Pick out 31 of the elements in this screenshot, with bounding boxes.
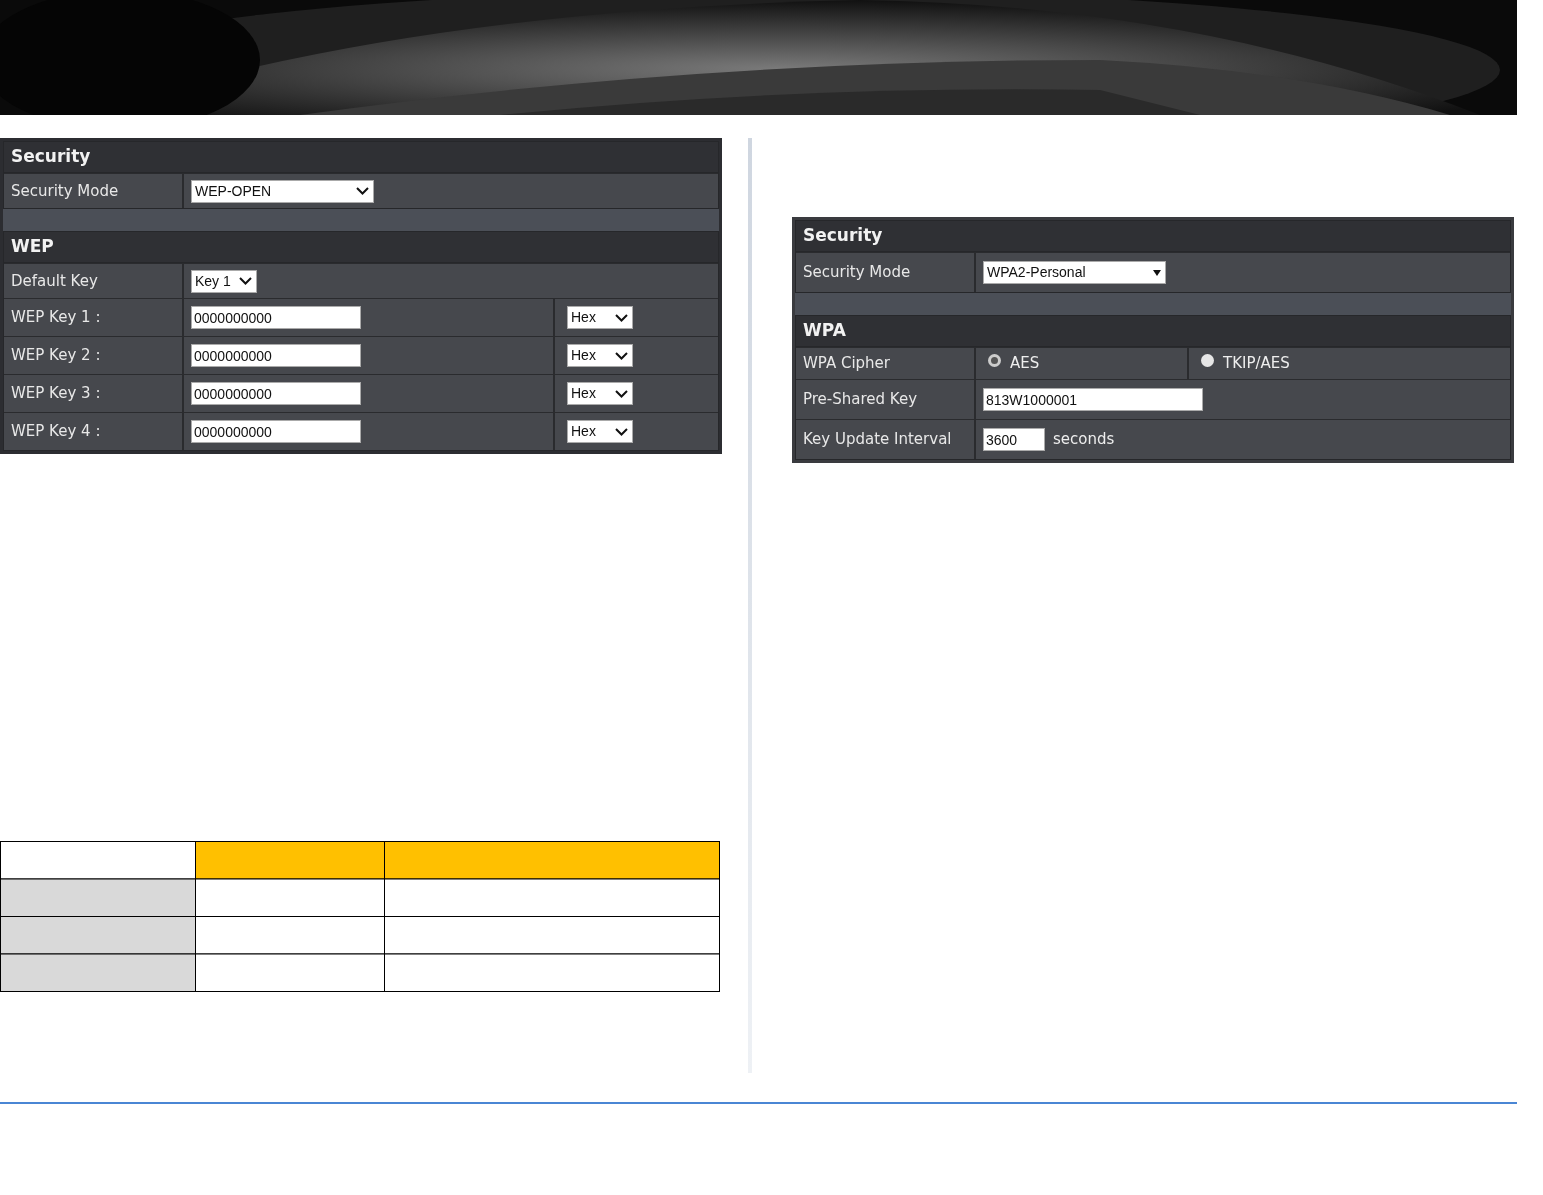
- section-title: Security: [796, 221, 1510, 252]
- radio-option[interactable]: TKIP/AES: [1201, 352, 1290, 375]
- section-title: WPA: [796, 316, 1510, 347]
- dropdown[interactable]: WEP-OPEN: [191, 179, 374, 203]
- radio-option[interactable]: AES: [988, 352, 1040, 375]
- unit-label: seconds: [1053, 429, 1115, 451]
- field-label: Security Mode: [796, 253, 976, 292]
- field-label: Key Update Interval: [796, 420, 976, 459]
- input-field[interactable]: 0000000000: [191, 382, 361, 405]
- section-title: WEP: [4, 232, 718, 263]
- input-field[interactable]: 813W1000001: [983, 388, 1203, 411]
- chevron-down-icon: [615, 427, 628, 436]
- dropdown[interactable]: Hex: [567, 306, 633, 329]
- dropdown[interactable]: Hex: [567, 344, 633, 367]
- input-field[interactable]: 0000000000: [191, 306, 361, 329]
- dropdown[interactable]: Key 1: [191, 269, 257, 293]
- chevron-down-icon: [615, 389, 628, 398]
- chevron-down-icon: [239, 277, 252, 285]
- chevron-down-icon: [356, 187, 369, 195]
- section-title: Security: [4, 142, 718, 173]
- field-label: WEP Key 4 :: [4, 413, 184, 450]
- dropdown[interactable]: Hex: [567, 382, 633, 405]
- chevron-down-icon: [615, 351, 628, 360]
- dropdown[interactable]: WPA2-Personal: [983, 261, 1166, 284]
- input-field[interactable]: 0000000000: [191, 344, 361, 367]
- caret-down-icon: [1153, 269, 1161, 276]
- dropdown[interactable]: Hex: [567, 420, 633, 443]
- chevron-down-icon: [615, 313, 628, 322]
- input-field[interactable]: 0000000000: [191, 420, 361, 443]
- field-label: Security Mode: [4, 174, 184, 208]
- input-field[interactable]: 3600: [983, 428, 1045, 451]
